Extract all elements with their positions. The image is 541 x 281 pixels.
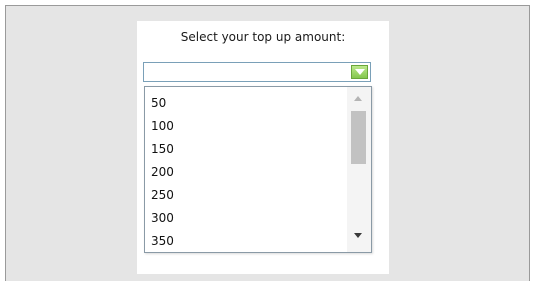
chevron-down-icon[interactable]: [351, 65, 368, 79]
dropdown-option[interactable]: 300: [145, 207, 345, 230]
dropdown-scrollbar[interactable]: [347, 87, 371, 252]
topup-amount-select[interactable]: [143, 62, 371, 82]
dropdown-option[interactable]: 100: [145, 115, 345, 138]
dropdown-option[interactable]: 350: [145, 230, 345, 253]
scroll-up-arrow-icon[interactable]: [354, 96, 362, 101]
option-list: 50 100 150 200 250 300 350: [145, 87, 345, 253]
dropdown-option[interactable]: 250: [145, 184, 345, 207]
scroll-down-arrow-icon[interactable]: [354, 233, 362, 238]
dropdown-option[interactable]: 50: [145, 92, 345, 115]
topup-amount-dropdown-list[interactable]: 50 100 150 200 250 300 350: [144, 86, 372, 253]
dropdown-option[interactable]: 200: [145, 161, 345, 184]
scrollbar-thumb[interactable]: [351, 111, 366, 164]
topup-prompt: Select your top up amount:: [180, 30, 346, 44]
dropdown-option[interactable]: 150: [145, 138, 345, 161]
